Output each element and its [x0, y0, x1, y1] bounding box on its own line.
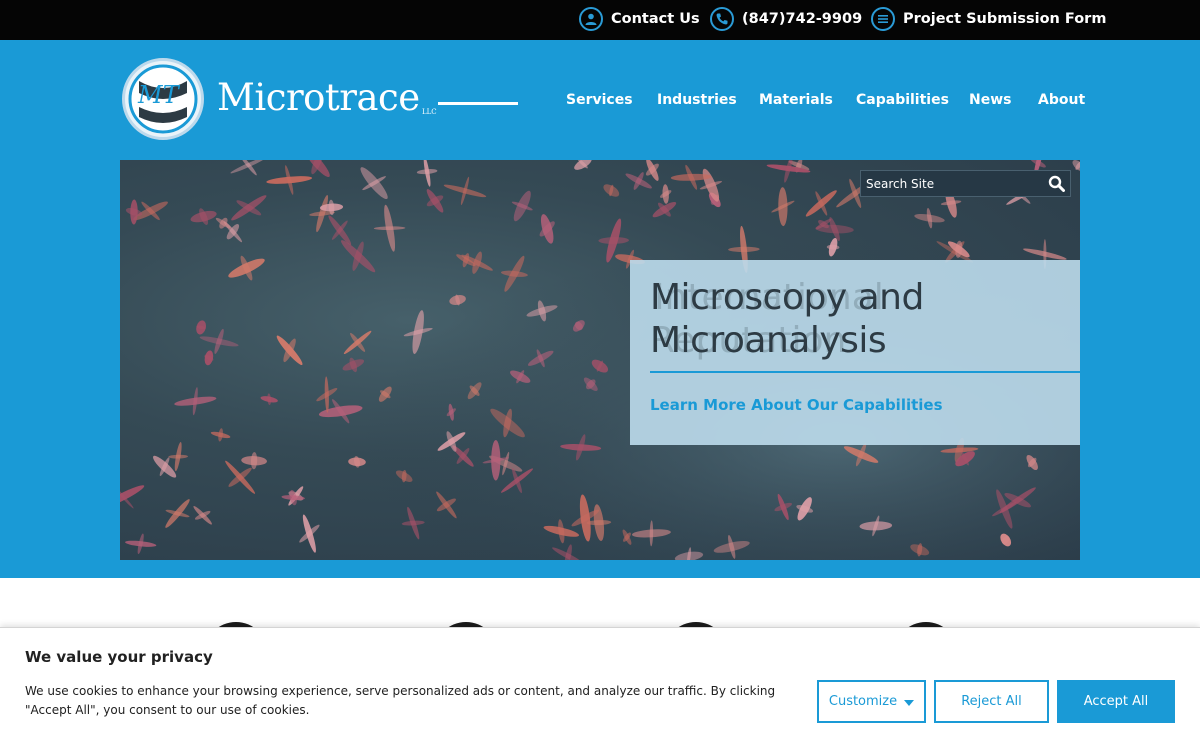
- site-logo[interactable]: MT Microtrace LLC: [120, 56, 520, 142]
- logo-underline: [438, 102, 518, 105]
- logo-name: Microtrace: [217, 76, 420, 119]
- nav-item-news[interactable]: News: [969, 92, 1011, 108]
- hero-callout: International Reputation Microscopy and …: [630, 260, 1080, 445]
- search-icon[interactable]: [1044, 172, 1068, 195]
- title-line-2: Microanalysis: [650, 320, 887, 361]
- logo-mark: MT: [122, 58, 204, 140]
- cookie-description: We use cookies to enhance your browsing …: [25, 684, 776, 717]
- nav-item-materials[interactable]: Materials: [759, 92, 833, 108]
- logo-mark-text: MT: [137, 81, 181, 109]
- callout-divider: [650, 371, 1080, 373]
- reject-all-button[interactable]: Reject All: [934, 680, 1049, 723]
- title-line-1: Microscopy and: [650, 277, 924, 318]
- top-utility-bar: Contact Us (847)742-9909 Project Submiss…: [0, 0, 1200, 40]
- learn-more-capabilities-link[interactable]: Learn More About Our Capabilities: [650, 396, 943, 414]
- site-search: [860, 170, 1071, 197]
- caret-down-icon: [904, 699, 915, 706]
- nav-item-about[interactable]: About: [1038, 92, 1085, 108]
- phone-label: (847)742-9909: [742, 11, 863, 27]
- logo-suffix: LLC: [422, 108, 437, 116]
- project-submission-label: Project Submission Form: [903, 11, 1107, 27]
- nav-item-services[interactable]: Services: [566, 92, 633, 108]
- phone-icon: [710, 7, 734, 31]
- project-submission-link[interactable]: Project Submission Form: [871, 6, 1106, 32]
- customize-button[interactable]: Customize: [817, 680, 926, 723]
- user-icon: [579, 7, 603, 31]
- phone-link[interactable]: (847)742-9909: [710, 6, 862, 32]
- customize-label: Customize: [828, 694, 898, 709]
- cookie-title: We value your privacy: [25, 648, 213, 666]
- accept-all-button[interactable]: Accept All: [1057, 680, 1175, 723]
- contact-us-link[interactable]: Contact Us: [579, 6, 700, 32]
- list-icon: [871, 7, 895, 31]
- nav-item-industries[interactable]: Industries: [657, 92, 737, 108]
- nav-item-capabilities[interactable]: Capabilities: [856, 92, 949, 108]
- contact-us-label: Contact Us: [611, 11, 700, 27]
- callout-title: Microscopy and Microanalysis: [650, 276, 924, 362]
- search-input[interactable]: [861, 171, 1041, 196]
- cookie-consent-banner: We value your privacy We use cookies to …: [0, 627, 1200, 740]
